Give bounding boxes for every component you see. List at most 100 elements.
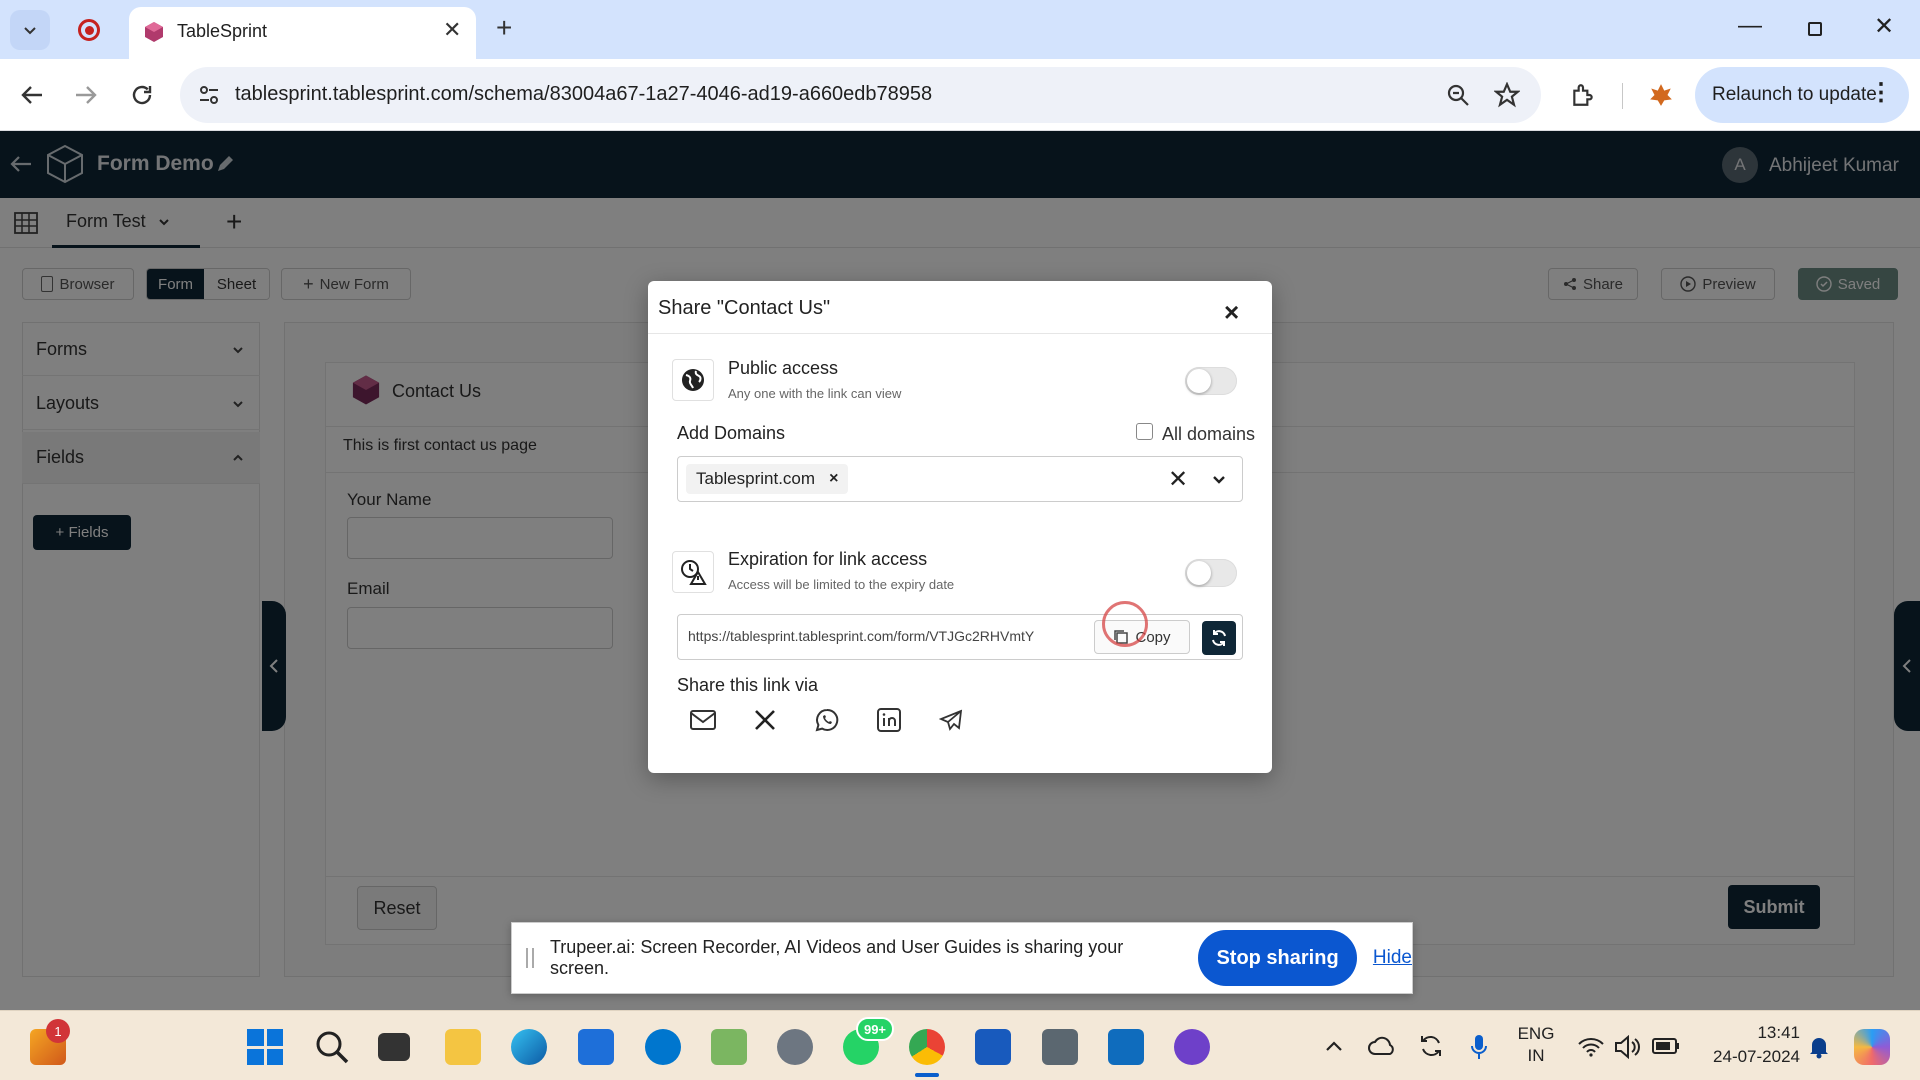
stop-sharing-button[interactable]: Stop sharing: [1198, 930, 1357, 986]
screen-sharing-notice: Trupeer.ai: Screen Recorder, AI Videos a…: [511, 922, 1413, 994]
drag-handle-icon[interactable]: [526, 948, 534, 968]
modal-title: Share "Contact Us": [658, 297, 831, 319]
language-line1: ENG: [1517, 1024, 1555, 1043]
expiration-title: Expiration for link access: [728, 549, 928, 569]
github-icon[interactable]: [1174, 1029, 1210, 1065]
whatsapp-icon[interactable]: [812, 705, 842, 735]
volume-icon[interactable]: [1614, 1035, 1642, 1059]
notification-bell-icon[interactable]: [1808, 1035, 1830, 1059]
onedrive-cloud-icon[interactable]: [1368, 1036, 1396, 1056]
app-area: Form Demo A Abhijeet Kumar Form Test + B…: [0, 131, 1920, 1010]
chrome-icon[interactable]: [909, 1029, 945, 1065]
refresh-icon: [1212, 630, 1226, 646]
dell-icon[interactable]: [645, 1029, 681, 1065]
outlook-icon[interactable]: [1108, 1029, 1144, 1065]
extensions-icon[interactable]: [1570, 82, 1596, 108]
mail-icon[interactable]: [688, 705, 718, 735]
windows-taskbar: 1 99+ ENG IN 13:41 24-07-2024: [0, 1010, 1920, 1080]
share-link-url[interactable]: https://tablesprint.tablesprint.com/form…: [688, 628, 1088, 644]
domain-chip-label: Tablesprint.com: [696, 469, 816, 488]
close-tab-icon[interactable]: ✕: [443, 17, 461, 43]
sharing-notice-text: Trupeer.ai: Screen Recorder, AI Videos a…: [549, 937, 1124, 978]
public-access-subtitle: Any one with the link can view: [728, 386, 902, 401]
tab-search-button[interactable]: [10, 10, 50, 50]
public-access-title: Public access: [728, 358, 839, 378]
share-link-box: https://tablesprint.tablesprint.com/form…: [677, 614, 1243, 660]
browser-toolbar: tablesprint.tablesprint.com/schema/83004…: [0, 59, 1920, 131]
relaunch-label: Relaunch to update: [1712, 84, 1877, 105]
clock-alert-icon: [681, 560, 707, 585]
all-domains-checkbox[interactable]: [1136, 423, 1153, 440]
whatsapp-badge: 99+: [856, 1017, 894, 1041]
microphone-icon[interactable]: [1470, 1033, 1488, 1061]
forward-arrow-icon[interactable]: [74, 84, 98, 106]
click-indicator: [1102, 601, 1148, 647]
whatsapp-badge-count: 99+: [863, 1021, 887, 1037]
site-settings-icon[interactable]: [198, 85, 220, 105]
clock[interactable]: 13:41 24-07-2024: [1700, 1021, 1800, 1069]
bookmark-star-icon[interactable]: [1494, 82, 1520, 108]
new-tab-icon[interactable]: +: [496, 12, 512, 44]
language-indicator[interactable]: ENG IN: [1516, 1023, 1556, 1067]
globe-icon: [682, 369, 704, 391]
telegram-icon[interactable]: [936, 705, 966, 735]
word-icon[interactable]: [975, 1029, 1011, 1065]
record-tab-icon[interactable]: [78, 19, 100, 41]
x-icon[interactable]: [750, 705, 780, 735]
share-modal: Share "Contact Us" × Public access Any o…: [648, 281, 1272, 773]
back-arrow-icon[interactable]: [20, 84, 44, 106]
file-explorer-icon[interactable]: [445, 1029, 481, 1065]
tablesprint-favicon-icon: [145, 22, 163, 42]
chevron-down-icon[interactable]: [1212, 473, 1226, 487]
language-line2: IN: [1527, 1046, 1545, 1065]
add-domains-label: Add Domains: [677, 423, 786, 443]
regenerate-link-button[interactable]: [1202, 621, 1236, 655]
restore-window-icon[interactable]: [1808, 22, 1822, 36]
public-access-icon-box: [672, 359, 714, 401]
toolbar-divider: [1622, 83, 1623, 109]
chevron-down-icon: [24, 27, 36, 35]
reload-icon[interactable]: [130, 83, 154, 107]
extension-leaf-icon[interactable]: [1648, 82, 1674, 108]
minimize-window-icon[interactable]: —: [1738, 12, 1762, 40]
url-text: tablesprint.tablesprint.com/schema/83004…: [235, 83, 933, 105]
clock-date: 24-07-2024: [1713, 1047, 1800, 1066]
domain-chip: Tablesprint.com ×: [686, 464, 849, 494]
edge-icon[interactable]: [511, 1029, 547, 1065]
domains-select[interactable]: Tablesprint.com × ✕: [677, 456, 1243, 502]
close-window-icon[interactable]: ✕: [1874, 12, 1894, 41]
wifi-icon[interactable]: [1578, 1037, 1604, 1057]
remove-chip-icon[interactable]: ×: [829, 470, 838, 488]
start-menu-icon[interactable]: [247, 1029, 283, 1065]
zoom-icon[interactable]: [1446, 83, 1470, 107]
chevron-up-icon[interactable]: [1325, 1039, 1343, 1053]
address-bar[interactable]: tablesprint.tablesprint.com/schema/83004…: [180, 67, 1541, 123]
widgets-badge: 1: [46, 1019, 70, 1043]
browser-tab-bar: TableSprint ✕ + — ✕: [0, 0, 1920, 59]
stop-sharing-label: Stop sharing: [1216, 946, 1339, 969]
search-icon[interactable]: [314, 1029, 350, 1065]
task-view-icon[interactable]: [378, 1033, 410, 1061]
all-domains-label: All domains: [1162, 424, 1256, 444]
expiration-toggle[interactable]: [1185, 559, 1237, 587]
more-menu-icon[interactable]: ⋮: [1869, 79, 1893, 107]
relaunch-to-update-button[interactable]: Relaunch to update ⋮: [1695, 67, 1909, 123]
store-icon[interactable]: [578, 1029, 614, 1065]
tab-title: TableSprint: [177, 21, 268, 41]
modal-close-icon[interactable]: ×: [1224, 297, 1239, 328]
hide-notice-link[interactable]: Hide: [1373, 947, 1412, 969]
settings-icon[interactable]: [777, 1029, 813, 1065]
linkedin-icon[interactable]: [874, 705, 904, 735]
copilot-icon[interactable]: [1854, 1029, 1890, 1065]
expiration-icon-box: [672, 551, 714, 593]
clear-domains-icon[interactable]: ✕: [1168, 465, 1188, 494]
browser-tab-active[interactable]: TableSprint ✕: [129, 7, 476, 59]
battery-icon[interactable]: [1652, 1038, 1680, 1054]
modal-header-divider: [648, 333, 1272, 334]
public-access-toggle[interactable]: [1185, 367, 1237, 395]
expiration-subtitle: Access will be limited to the expiry dat…: [728, 577, 955, 592]
paint-icon[interactable]: [711, 1029, 747, 1065]
sync-icon[interactable]: [1418, 1033, 1444, 1059]
calculator-icon[interactable]: [1042, 1029, 1078, 1065]
widgets-badge-count: 1: [54, 1023, 62, 1039]
